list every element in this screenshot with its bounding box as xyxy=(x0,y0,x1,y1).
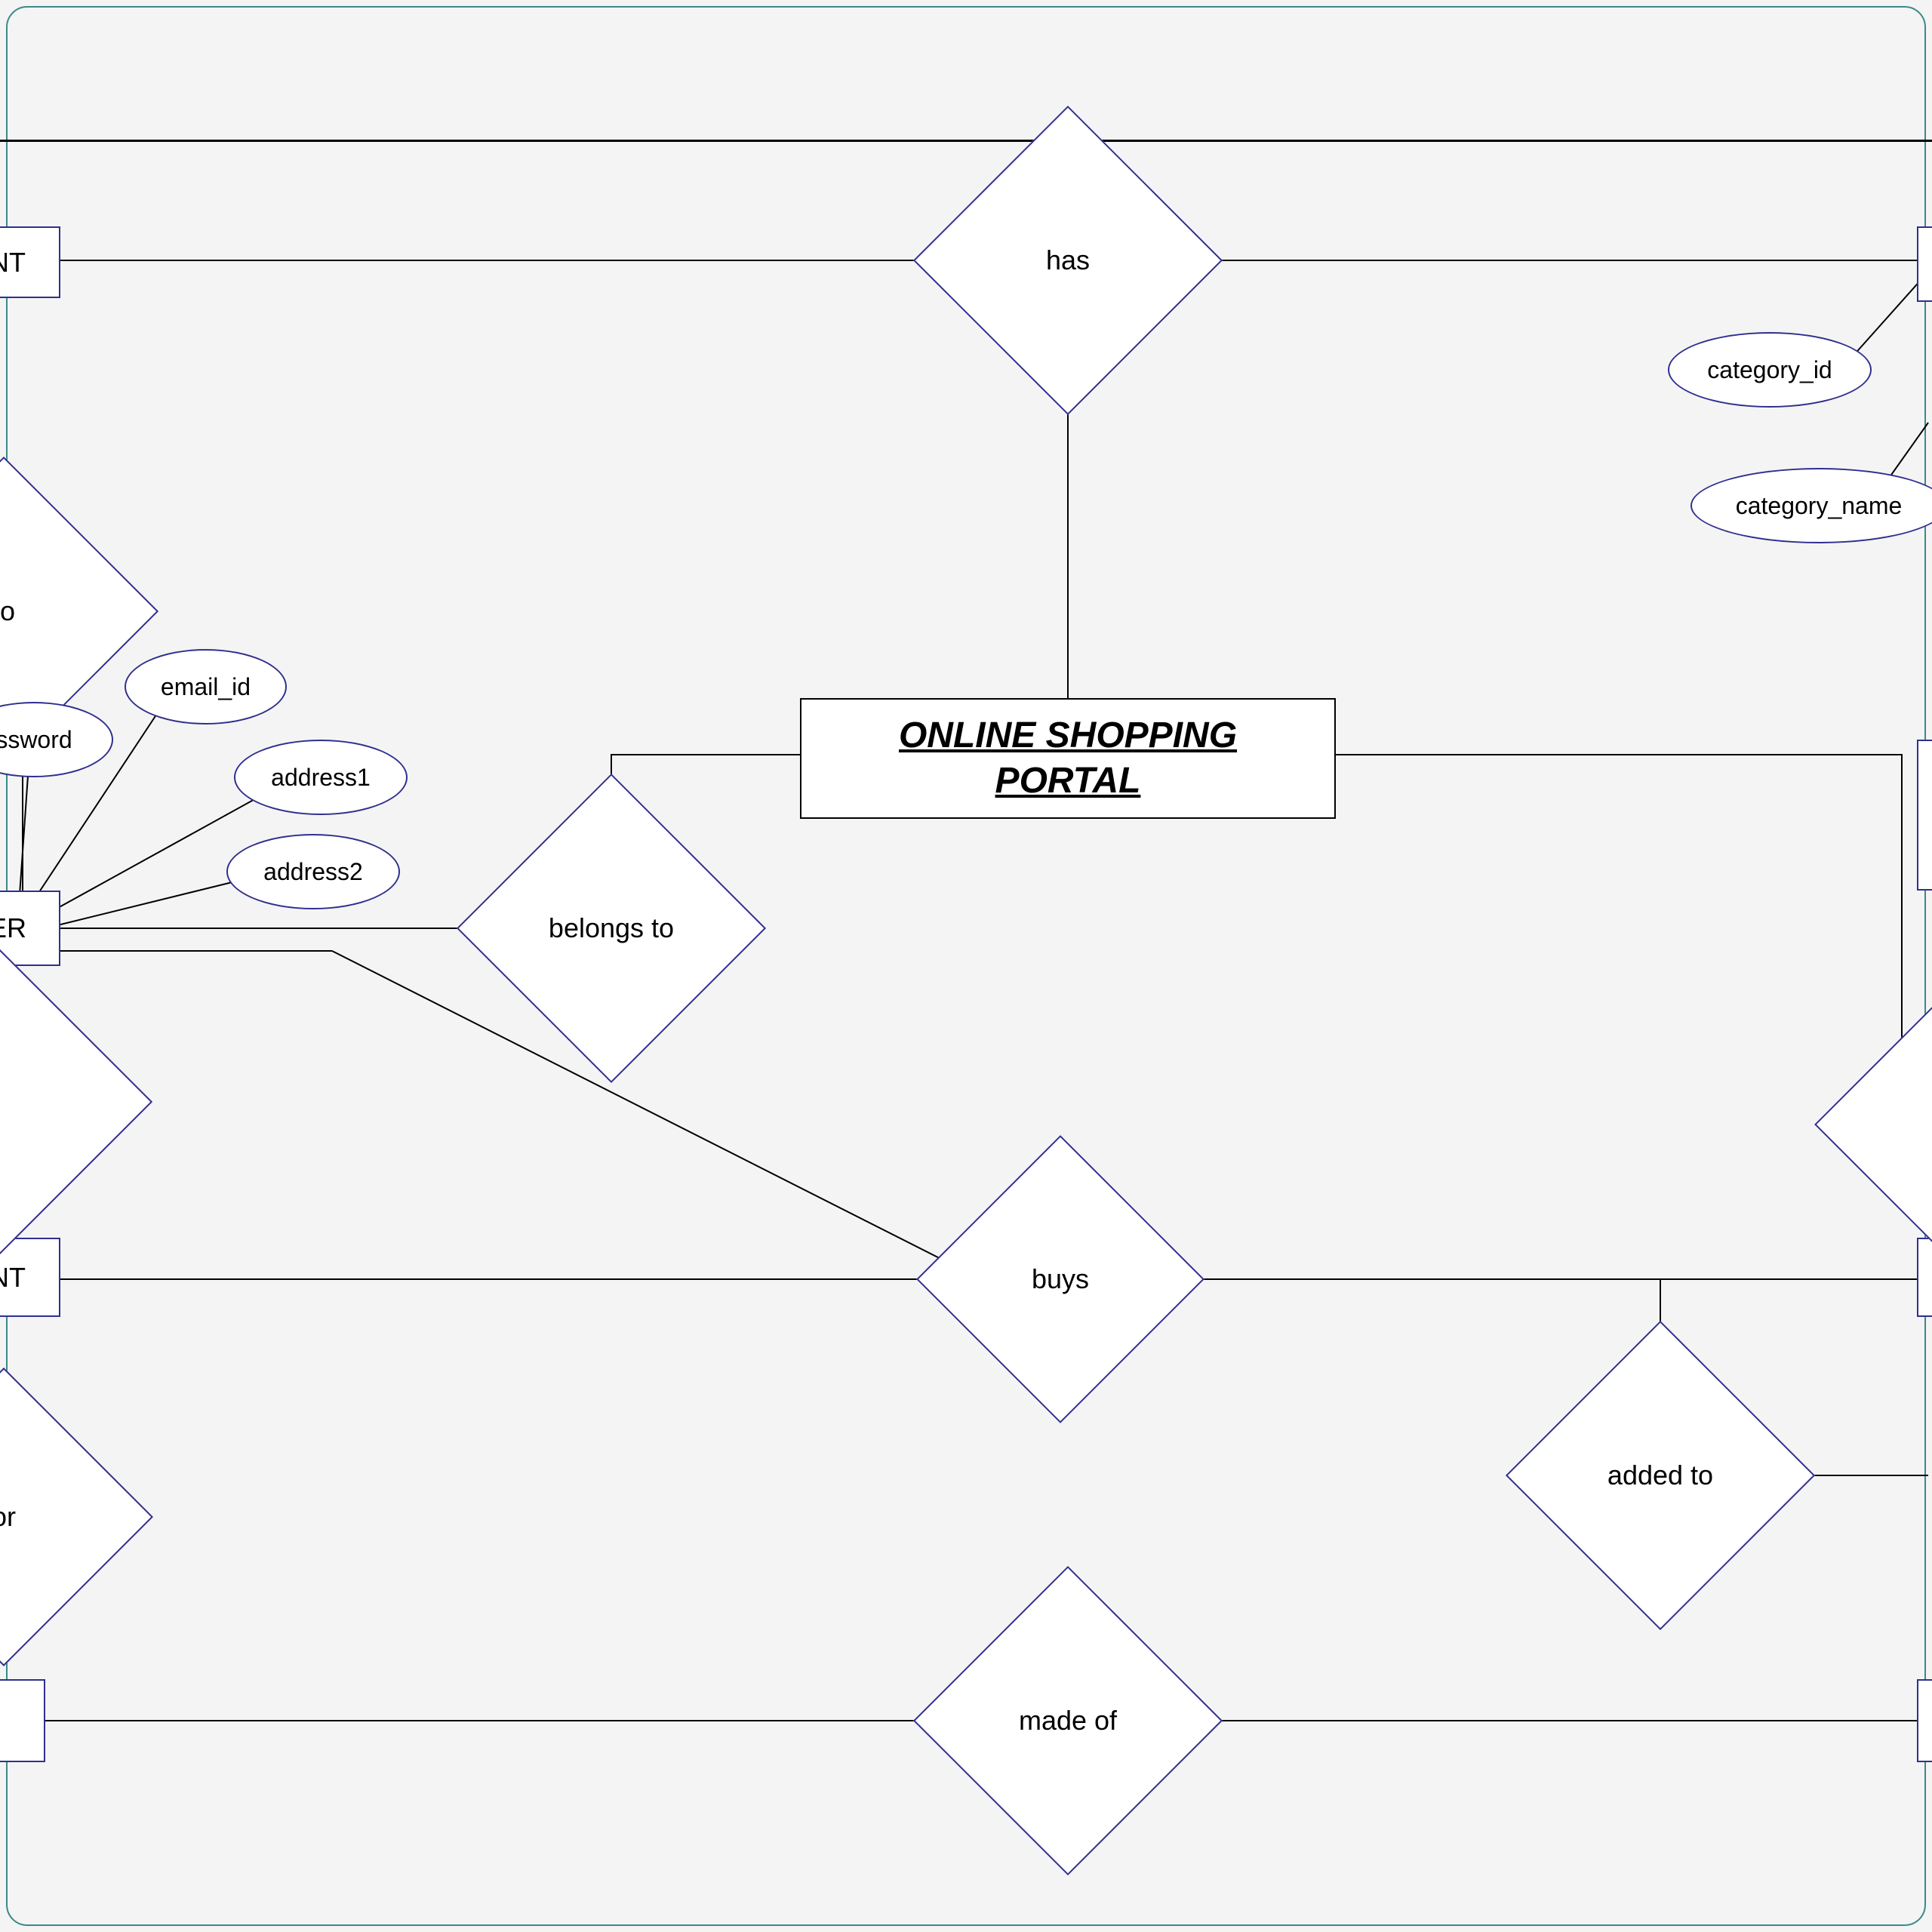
rel-added-to: added to xyxy=(1551,1366,1770,1585)
attr-email-id: email_id xyxy=(125,649,287,724)
attr-category-name: category_name xyxy=(1690,468,1932,543)
entity-label: ER xyxy=(0,912,26,944)
canvas-top-line xyxy=(0,140,1932,142)
entity-right-top xyxy=(1917,226,1932,302)
attr-label: ssword xyxy=(0,726,72,754)
rel-right-empty xyxy=(1857,1023,1932,1226)
rel-or: or xyxy=(0,1411,109,1623)
rel-label: or xyxy=(0,1411,109,1623)
rel-belongs-to: belongs to xyxy=(502,819,721,1038)
attr-category-id: category_id xyxy=(1668,332,1872,408)
rel-buys: buys xyxy=(958,1177,1162,1381)
attr-label: address2 xyxy=(263,858,363,886)
rel-label xyxy=(0,989,106,1215)
rel-label: belongs to xyxy=(502,819,721,1038)
rel-made-of: made of xyxy=(958,1611,1177,1830)
attr-label: category_name xyxy=(1736,492,1903,520)
entity-user: ER xyxy=(0,891,60,966)
entity-right-buys xyxy=(1917,1238,1932,1317)
rel-has: has xyxy=(958,151,1177,370)
entity-right-portal xyxy=(1917,740,1932,891)
attr-address2: address2 xyxy=(226,834,400,909)
attr-label: email_id xyxy=(161,673,251,701)
entity-left-madeof xyxy=(0,1679,45,1762)
rel-label: buys xyxy=(958,1177,1162,1381)
entity-left-mid: NT xyxy=(0,1238,60,1317)
entity-label: NT xyxy=(0,1262,26,1294)
rel-label: has xyxy=(958,151,1177,370)
rel-to: to xyxy=(0,502,113,721)
rel-label xyxy=(1857,1023,1932,1226)
attr-address1: address1 xyxy=(234,740,408,815)
attr-label: address1 xyxy=(271,764,371,792)
rel-left-empty xyxy=(0,989,106,1215)
rel-label: made of xyxy=(958,1611,1177,1830)
entity-label: NT xyxy=(0,247,26,278)
diagram-title: ONLINE SHOPPING PORTAL xyxy=(800,698,1336,819)
title-text: ONLINE SHOPPING PORTAL xyxy=(899,713,1237,804)
rel-label: to xyxy=(0,502,113,721)
entity-right-madeof xyxy=(1917,1679,1932,1762)
attr-label: category_id xyxy=(1707,356,1832,384)
rel-label: added to xyxy=(1551,1366,1770,1585)
entity-top-left: NT xyxy=(0,226,60,298)
